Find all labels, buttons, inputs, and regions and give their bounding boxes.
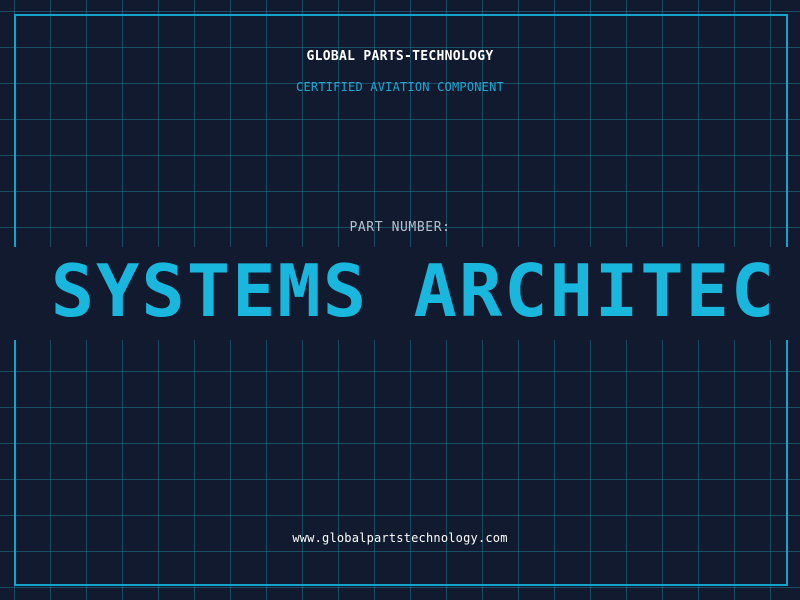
part-number-marquee-text: N SYSTEMS ARCHITEC (0, 249, 777, 333)
certification-subtitle: CERTIFIED AVIATION COMPONENT (296, 80, 504, 94)
website-url: www.globalpartstechnology.com (292, 531, 508, 545)
company-name: GLOBAL PARTS-TECHNOLOGY (306, 49, 494, 64)
part-number-banner: N SYSTEMS ARCHITEC (0, 247, 800, 340)
part-number-label: PART NUMBER: (349, 220, 451, 235)
